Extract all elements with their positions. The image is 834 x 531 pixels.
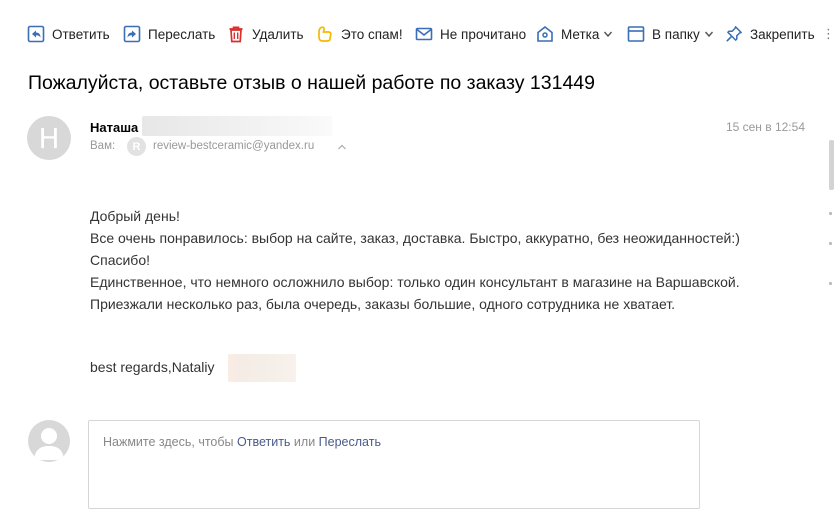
more-actions-button[interactable]: ⋮ bbox=[822, 20, 834, 48]
folder-label: В папку bbox=[652, 26, 700, 42]
recipient-avatar-initial: R bbox=[132, 140, 141, 153]
sender-name[interactable]: Наташа bbox=[90, 120, 138, 135]
redacted-signature bbox=[228, 354, 296, 382]
chevron-down-icon bbox=[704, 29, 714, 39]
body-line: Приезжали несколько раз, была очередь, з… bbox=[90, 296, 676, 312]
message-date: 15 сен в 12:54 bbox=[725, 120, 805, 134]
spam-label: Это спам! bbox=[341, 26, 403, 42]
unread-label: Не прочитано bbox=[440, 26, 527, 42]
thumbs-down-icon bbox=[315, 24, 335, 44]
reply-button[interactable]: Ответить bbox=[26, 20, 110, 48]
quick-reply-middle: или bbox=[290, 435, 319, 449]
trash-icon bbox=[226, 24, 246, 44]
label-dropdown[interactable]: Метка bbox=[535, 20, 613, 48]
chevron-down-icon bbox=[603, 29, 613, 39]
message-subject: Пожалуйста, оставьте отзыв о нашей работ… bbox=[28, 72, 595, 94]
move-to-folder-dropdown[interactable]: В папку bbox=[626, 20, 714, 48]
recipient-label: Вам: bbox=[90, 140, 116, 152]
body-line: Спасибо! bbox=[90, 252, 150, 268]
more-icon: ⋮ bbox=[822, 26, 834, 41]
quick-reply-hint: Нажмите здесь, чтобы Ответить или Пересл… bbox=[103, 435, 381, 449]
reply-label: Ответить bbox=[52, 26, 110, 42]
quick-reply-box[interactable]: Нажмите здесь, чтобы Ответить или Пересл… bbox=[88, 420, 700, 509]
edge-marker bbox=[829, 242, 832, 245]
quick-forward-link[interactable]: Переслать bbox=[319, 435, 381, 449]
delete-button[interactable]: Удалить bbox=[226, 20, 304, 48]
scrollbar-thumb[interactable] bbox=[829, 140, 834, 190]
chevron-up-icon[interactable] bbox=[337, 143, 347, 151]
message-body: Добрый день! Все очень понравилось: выбо… bbox=[90, 205, 820, 315]
body-line: Все очень понравилось: выбор на сайте, з… bbox=[90, 230, 740, 246]
recipient-address[interactable]: review-bestceramic@yandex.ru bbox=[153, 140, 314, 152]
signature: best regards,Nataliy bbox=[90, 359, 215, 375]
label-label: Метка bbox=[561, 26, 600, 42]
folder-icon bbox=[626, 24, 646, 44]
spam-button[interactable]: Это спам! bbox=[315, 20, 403, 48]
quick-reply-prefix: Нажмите здесь, чтобы bbox=[103, 435, 238, 449]
body-line: Единственное, что немного осложнило выбо… bbox=[90, 274, 740, 290]
body-line: Добрый день! bbox=[90, 208, 180, 224]
sender-avatar-initial: Н bbox=[38, 121, 60, 155]
redacted-sender-email bbox=[142, 116, 332, 136]
forward-label: Переслать bbox=[148, 26, 216, 42]
forward-icon bbox=[122, 24, 142, 44]
user-avatar bbox=[28, 420, 70, 462]
mark-unread-button[interactable]: Не прочитано bbox=[414, 20, 526, 48]
envelope-icon bbox=[414, 24, 434, 44]
sender-avatar[interactable]: Н bbox=[27, 116, 71, 160]
message-toolbar: Ответить Переслать Удалить Это спам! Не … bbox=[0, 0, 834, 66]
recipient-avatar: R bbox=[127, 137, 146, 156]
tag-icon bbox=[535, 24, 555, 44]
reply-icon bbox=[26, 24, 46, 44]
pin-label: Закрепить bbox=[750, 26, 815, 42]
edge-marker bbox=[829, 212, 832, 215]
edge-marker bbox=[829, 282, 832, 285]
pin-icon bbox=[724, 24, 744, 44]
delete-label: Удалить bbox=[252, 26, 304, 42]
forward-button[interactable]: Переслать bbox=[122, 20, 215, 48]
user-silhouette-icon bbox=[34, 428, 64, 460]
quick-reply-link[interactable]: Ответить bbox=[237, 435, 290, 449]
pin-button[interactable]: Закрепить bbox=[724, 20, 815, 48]
